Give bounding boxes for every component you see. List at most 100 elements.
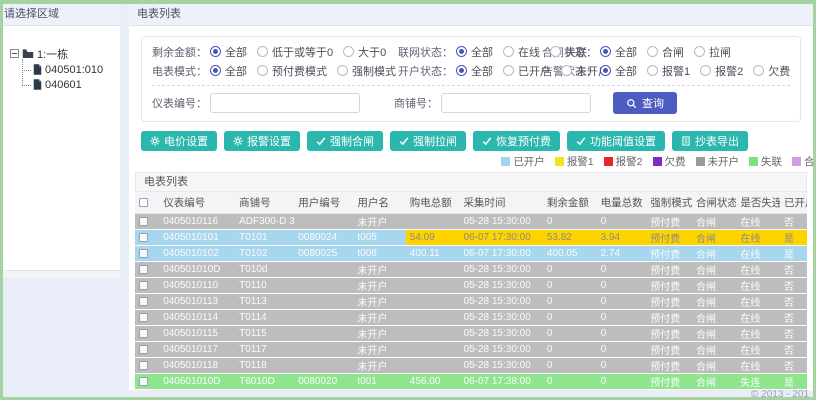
- table-row[interactable]: 0405010116 ADF300-D 3 未开户 05-28 15:30:00 0 0 预…: [135, 213, 807, 230]
- legend-item: 未开户: [695, 154, 739, 169]
- table-cell: [405, 325, 460, 342]
- radio-option[interactable]: 在线: [503, 44, 540, 60]
- table-cell: T0110: [235, 277, 295, 294]
- table-row[interactable]: 040601010D T6010D 0080020 t001 456.00 06-07 1…: [135, 373, 807, 390]
- gear-icon: [150, 136, 160, 146]
- row-checkbox-cell: [135, 293, 160, 310]
- table-cell: 0080025: [294, 245, 354, 262]
- table-cell: t001: [353, 373, 406, 390]
- radio-option[interactable]: 大于0: [343, 44, 386, 60]
- table-cell: 合闸: [691, 293, 737, 310]
- tree-node-root[interactable]: 1:一栋: [10, 46, 116, 61]
- legend-swatch: [501, 157, 511, 166]
- radio-selected-icon[interactable]: [456, 46, 467, 57]
- toolbar-button[interactable]: 电价设置: [141, 131, 217, 151]
- check-icon: [316, 136, 326, 146]
- table-cell: 合闸: [691, 229, 737, 246]
- sidebar-title: 请选择区域: [4, 8, 59, 20]
- tree-node-leaf[interactable]: 040501:010: [22, 62, 116, 77]
- row-checkbox[interactable]: [139, 216, 148, 226]
- toolbar-button[interactable]: 抄表导出: [672, 131, 748, 151]
- toolbar-button[interactable]: 报警设置: [224, 131, 300, 151]
- select-all-checkbox[interactable]: [139, 198, 148, 208]
- table-row[interactable]: 0405010115 T0115 未开户 05-28 15:30:00 0 0 预付费 合闸在…: [135, 325, 807, 342]
- toolbar-button[interactable]: 强制合闸: [307, 131, 383, 151]
- shop-no-input[interactable]: [441, 93, 591, 113]
- row-checkbox[interactable]: [139, 312, 148, 322]
- radio-option[interactable]: 拉闸: [694, 44, 731, 60]
- radio-unselected-icon[interactable]: [257, 65, 268, 76]
- row-checkbox[interactable]: [139, 280, 148, 290]
- table-row[interactable]: 0405010110 T0110 未开户 05-28 15:30:00 0 0 预付费 合闸在…: [135, 277, 807, 294]
- table-cell: 未开户: [353, 309, 406, 326]
- radio-unselected-icon[interactable]: [647, 65, 658, 76]
- radio-selected-icon[interactable]: [456, 65, 467, 76]
- radio-selected-icon[interactable]: [600, 46, 611, 57]
- column-header: 购电总额: [405, 192, 460, 214]
- radio-option[interactable]: 全部: [210, 44, 247, 60]
- search-button[interactable]: 查询: [613, 92, 677, 114]
- table-cell: T0101: [235, 229, 295, 246]
- tree-node-label[interactable]: 040601: [45, 79, 82, 91]
- radio-unselected-icon[interactable]: [503, 65, 514, 76]
- check-icon: [399, 136, 409, 146]
- filter-group: 告警状态：全部报警1报警2欠费: [542, 63, 800, 79]
- radio-unselected-icon[interactable]: [694, 46, 705, 57]
- radio-unselected-icon[interactable]: [257, 46, 268, 57]
- tree-node-leaf[interactable]: 040601: [22, 77, 116, 92]
- radio-unselected-icon[interactable]: [753, 65, 765, 76]
- table-row[interactable]: 0405010114 T0114 未开户 05-28 15:30:00 0 0 预付费 合闸在…: [135, 309, 807, 326]
- table-row[interactable]: 0405010102 T0102 0080025 t006 400.11 06-07 17…: [135, 245, 807, 262]
- toolbar-button[interactable]: 功能阈值设置: [567, 131, 665, 151]
- radio-unselected-icon[interactable]: [503, 46, 514, 57]
- radio-option[interactable]: 全部: [600, 63, 637, 79]
- tree-node-label[interactable]: 1:一栋: [37, 46, 68, 62]
- toolbar-button[interactable]: 强制拉闸: [390, 131, 466, 151]
- table-cell: 0: [542, 389, 597, 390]
- radio-unselected-icon[interactable]: [561, 65, 572, 76]
- table-row[interactable]: 0405010113 T0113 未开户 05-28 15:30:00 0 0 预付费 合闸在…: [135, 293, 807, 310]
- table-row[interactable]: 0405010101 T0101 0080024 t005 54.09 06-07 17:…: [135, 229, 807, 246]
- radio-option[interactable]: 低于或等于0: [257, 44, 333, 60]
- row-checkbox[interactable]: [139, 360, 148, 370]
- row-checkbox[interactable]: [139, 264, 148, 274]
- radio-option[interactable]: 报警2: [700, 63, 743, 79]
- table-row[interactable]: 0405010117 T0117 未开户 05-28 15:30:00 0 0 预付费 合闸在…: [135, 341, 807, 358]
- row-checkbox[interactable]: [139, 232, 148, 242]
- radio-option[interactable]: 强制模式: [337, 63, 396, 79]
- row-checkbox[interactable]: [139, 344, 148, 354]
- table-cell: 06-07 17:30:00: [459, 245, 543, 262]
- radio-option[interactable]: 全部: [456, 63, 493, 79]
- row-checkbox[interactable]: [139, 328, 148, 338]
- table-row[interactable]: 040501010D T010d 未开户 05-28 15:30:00 0 0 预付费 合闸在…: [135, 261, 807, 278]
- row-checkbox[interactable]: [139, 376, 148, 386]
- row-checkbox[interactable]: [139, 296, 148, 306]
- table-cell: t006: [353, 245, 406, 262]
- radio-selected-icon[interactable]: [600, 65, 611, 76]
- table-row[interactable]: 0405010118 T0118 未开户 05-28 15:30:00 0 0 预付费 合闸在…: [135, 357, 807, 374]
- radio-unselected-icon[interactable]: [550, 46, 561, 57]
- radio-option[interactable]: 合闸: [647, 44, 684, 60]
- radio-option[interactable]: 全部: [210, 63, 247, 79]
- toolbar-button[interactable]: 恢复预付费: [473, 131, 560, 151]
- radio-unselected-icon[interactable]: [647, 46, 658, 57]
- tree-collapse-icon[interactable]: [10, 49, 19, 58]
- radio-selected-icon[interactable]: [210, 65, 221, 76]
- meter-no-input[interactable]: [210, 93, 360, 113]
- radio-unselected-icon[interactable]: [700, 65, 712, 76]
- row-checkbox[interactable]: [139, 248, 148, 258]
- radio-selected-icon[interactable]: [210, 46, 221, 57]
- table-cell: 3.94: [596, 229, 647, 246]
- table-row[interactable]: 0406010110T601100080021t002-956.0006-07 …: [135, 389, 807, 390]
- legend-swatch: [603, 157, 613, 166]
- radio-option[interactable]: 报警1: [647, 63, 690, 79]
- radio-option[interactable]: 欠费: [753, 63, 790, 79]
- radio-unselected-icon[interactable]: [343, 46, 355, 57]
- table-cell: 0406010110: [159, 389, 236, 390]
- radio-option[interactable]: 全部: [456, 44, 493, 60]
- radio-option[interactable]: 预付费模式: [257, 63, 327, 79]
- radio-option[interactable]: 全部: [600, 44, 637, 60]
- tree-node-label[interactable]: 040501:010: [45, 64, 103, 76]
- table-cell: [405, 309, 460, 326]
- radio-unselected-icon[interactable]: [337, 65, 348, 76]
